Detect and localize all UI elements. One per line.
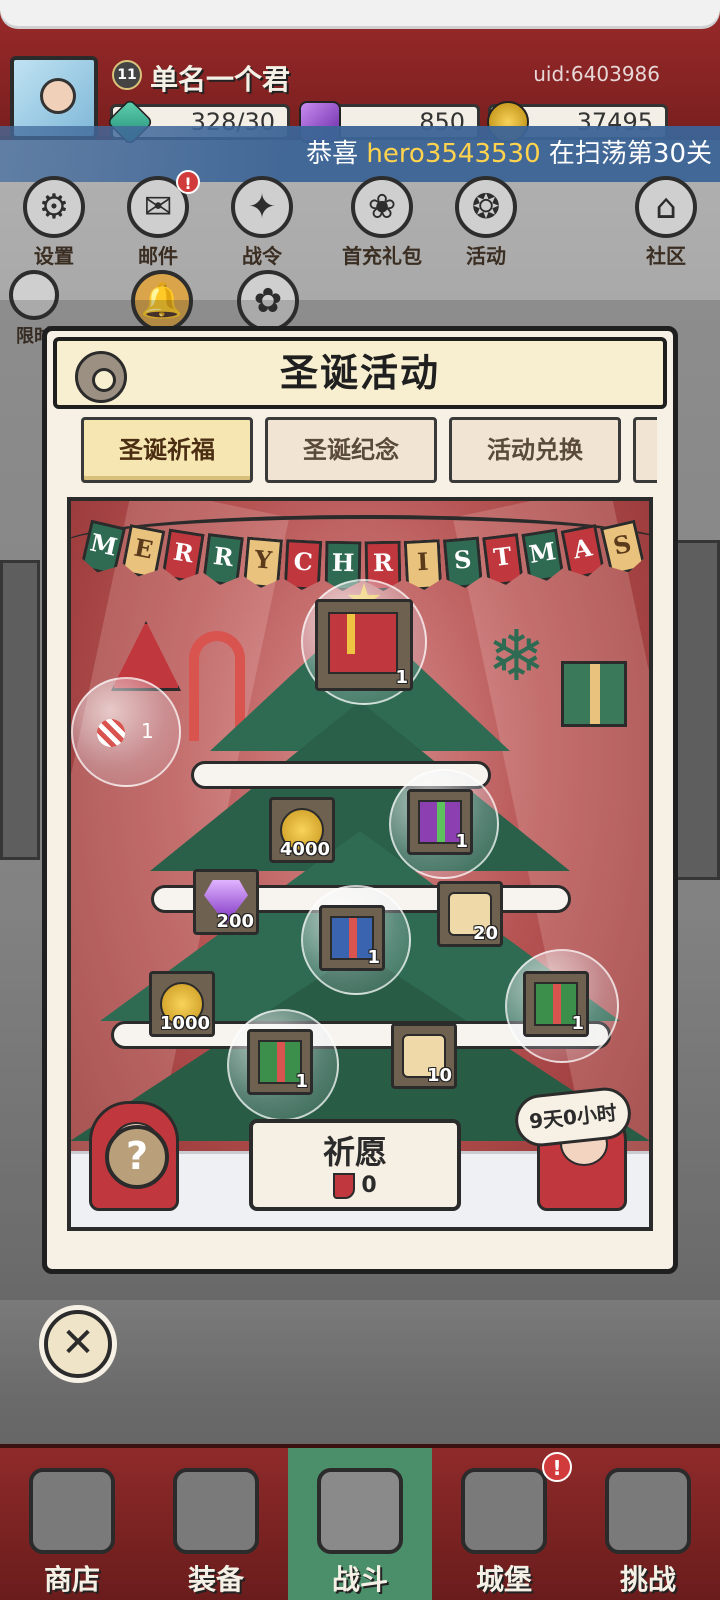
- reward-qty: 1: [395, 667, 408, 688]
- battle-pass-icon: ✦: [231, 176, 293, 238]
- reward-item[interactable]: 20: [437, 881, 503, 947]
- nav-equipment[interactable]: 装备: [144, 1448, 288, 1600]
- player-level-badge: 11: [112, 60, 142, 90]
- nav-battle[interactable]: 战斗: [288, 1448, 432, 1600]
- reward-item[interactable]: 1: [523, 971, 589, 1037]
- shop-icon: [29, 1468, 115, 1554]
- reward-qty: 1: [455, 831, 468, 852]
- banner-flag: C: [284, 539, 323, 591]
- reward-qty: 1: [295, 1071, 308, 1092]
- community-label: 社区: [646, 244, 686, 268]
- ticker-suffix: 在扫荡第30关: [548, 139, 712, 169]
- hanging-gift-ornament: [561, 661, 627, 727]
- castle-icon: [461, 1468, 547, 1554]
- player-name: 单名一个君: [150, 63, 291, 96]
- reward-item[interactable]: 1: [315, 599, 413, 691]
- reward-item[interactable]: 1: [247, 1029, 313, 1095]
- first-recharge-icon: ❀: [351, 176, 413, 238]
- wish-cost-value: 0: [361, 1173, 377, 1198]
- tab-event-exchange[interactable]: 活动兑换: [449, 417, 621, 483]
- gear-icon: ⚙: [23, 176, 85, 238]
- first-recharge-label: 首充礼包: [342, 244, 422, 268]
- community-button[interactable]: ⌂ 社区: [616, 176, 716, 272]
- reward-qty: 20: [472, 923, 498, 944]
- community-icon: ⌂: [635, 176, 697, 238]
- nav-castle[interactable]: ! 城堡: [432, 1448, 576, 1600]
- events-label: 活动: [466, 244, 506, 268]
- reward-item[interactable]: 1000: [149, 971, 215, 1037]
- mail-button[interactable]: ✉ ! 邮件: [108, 170, 208, 272]
- reward-item[interactable]: 1: [319, 905, 385, 971]
- ticker-prefix: 恭喜: [306, 139, 359, 169]
- panel-header: 圣诞活动: [53, 337, 667, 409]
- settings-label: 设置: [34, 244, 74, 268]
- snow-decoration: [0, 0, 720, 26]
- reward-qty: 1: [367, 947, 380, 968]
- wish-cost: 0: [253, 1173, 457, 1199]
- nav-battle-label: 战斗: [331, 1563, 388, 1596]
- crossed-swords-icon: [317, 1468, 403, 1554]
- banner-flag: I: [404, 539, 443, 591]
- top-status-bar: 11 单名一个君 uid:6403986 328/30 850 37495: [0, 0, 720, 146]
- nav-shop[interactable]: 商店: [0, 1448, 144, 1600]
- events-button[interactable]: ❂ 活动: [436, 176, 536, 272]
- reward-qty: 1000: [159, 1013, 210, 1034]
- challenge-icon: [605, 1468, 691, 1554]
- reward-qty: 10: [426, 1065, 452, 1086]
- reward-item[interactable]: 1: [97, 713, 167, 753]
- reward-item[interactable]: 200: [193, 869, 259, 935]
- panel-title: 圣诞活动: [279, 350, 440, 395]
- top-menu-row: ⚙ 设置 ✉ ! 邮件 ✦ 战令 ❀ 首充礼包 ❂ 活动 ⌂ 社区: [0, 170, 720, 276]
- reward-item[interactable]: 4000: [269, 797, 335, 863]
- reward-qty: 200: [216, 911, 254, 932]
- battle-pass-label: 战令: [242, 244, 282, 268]
- reward-qty: 1: [571, 1013, 584, 1034]
- player-uid: uid:6403986: [533, 62, 660, 86]
- first-recharge-button[interactable]: ❀ 首充礼包: [322, 176, 442, 272]
- close-button[interactable]: ✕: [44, 1310, 112, 1378]
- tab-christmas-blessing[interactable]: 圣诞祈福: [81, 417, 253, 483]
- reward-item[interactable]: 10: [391, 1023, 457, 1089]
- wish-button[interactable]: 祈愿 0: [249, 1119, 461, 1211]
- settings-button[interactable]: ⚙ 设置: [4, 176, 104, 272]
- nav-castle-label: 城堡: [475, 1563, 532, 1596]
- tab-more[interactable]: [633, 417, 657, 483]
- reward-item[interactable]: 1: [407, 789, 473, 855]
- battle-pass-button[interactable]: ✦ 战令: [212, 176, 312, 272]
- help-button[interactable]: ?: [105, 1125, 169, 1189]
- candy-cane-icon: [97, 719, 125, 747]
- castle-notification-badge: !: [542, 1452, 572, 1482]
- events-icon: ❂: [455, 176, 517, 238]
- nav-challenge-label: 挑战: [619, 1563, 676, 1596]
- announcement-ticker: 恭喜 hero3543530 在扫荡第30关: [0, 126, 720, 182]
- mail-notification-dot: !: [176, 170, 200, 194]
- tab-christmas-memorial[interactable]: 圣诞纪念: [265, 417, 437, 483]
- gift-icon: [328, 612, 398, 674]
- mail-label: 邮件: [138, 244, 178, 268]
- nav-shop-label: 商店: [43, 1563, 100, 1596]
- reward-qty: 1: [141, 719, 154, 743]
- christmas-event-panel: 圣诞活动 圣诞祈福 圣诞纪念 活动兑换 MERRYCHRISTMAS ❄ 1 1…: [42, 326, 678, 1274]
- reward-qty: 4000: [279, 839, 330, 860]
- event-tabs: 圣诞祈福 圣诞纪念 活动兑换: [77, 417, 657, 487]
- equipment-icon: [173, 1468, 259, 1554]
- ticker-player: hero3543530: [366, 139, 541, 169]
- stocking-icon: [333, 1173, 356, 1199]
- nav-equipment-label: 装备: [187, 1563, 244, 1596]
- nav-challenge[interactable]: 挑战: [576, 1448, 720, 1600]
- wish-label: 祈愿: [322, 1133, 387, 1171]
- bottom-nav: 商店 装备 战斗 ! 城堡 挑战: [0, 1444, 720, 1600]
